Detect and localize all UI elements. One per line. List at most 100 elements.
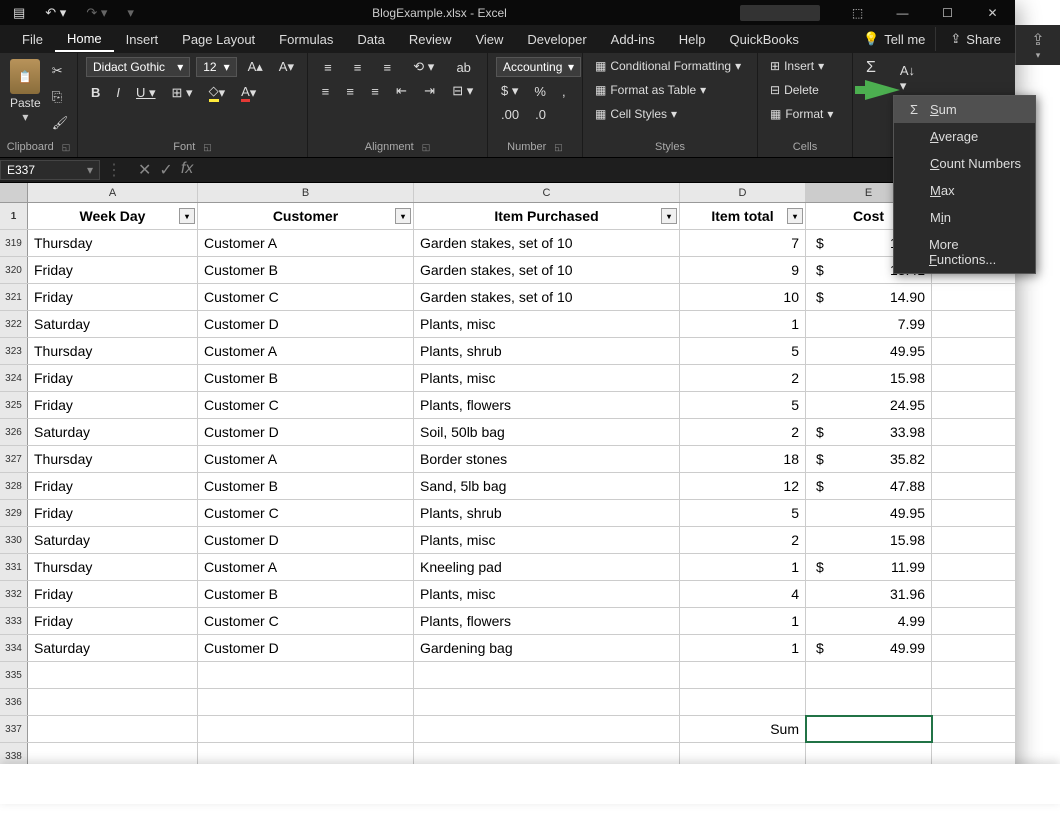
cell[interactable]	[680, 662, 806, 688]
cell[interactable]	[806, 716, 932, 742]
undo-icon[interactable]: ↶ ▾	[40, 3, 71, 23]
cell[interactable]: Customer D	[198, 311, 414, 337]
cell[interactable]: $14.90	[806, 284, 932, 310]
cell[interactable]: Customer A	[198, 446, 414, 472]
qat-customize-icon[interactable]: ▾	[122, 3, 139, 23]
copy-icon[interactable]: ⎘	[47, 87, 74, 107]
row-header[interactable]: 323	[0, 338, 28, 364]
cell[interactable]: Friday	[28, 608, 198, 634]
cell[interactable]: Saturday	[28, 527, 198, 553]
cell[interactable]: Friday	[28, 392, 198, 418]
tab-view[interactable]: View	[463, 28, 515, 51]
fill-color-icon[interactable]: ◇ ▾	[204, 81, 231, 104]
cell[interactable]: Saturday	[28, 635, 198, 661]
cell[interactable]: Customer B	[198, 257, 414, 283]
row-header[interactable]: 330	[0, 527, 28, 553]
cell[interactable]: Thursday	[28, 338, 198, 364]
filter-icon[interactable]: ▾	[179, 208, 195, 224]
col-header-d[interactable]: D	[680, 183, 806, 202]
row-header[interactable]: 321	[0, 284, 28, 310]
cell[interactable]: 1	[680, 554, 806, 580]
cell[interactable]: Garden stakes, set of 10	[414, 284, 680, 310]
cell[interactable]: Thursday	[28, 446, 198, 472]
autosum-min[interactable]: Min	[894, 204, 1035, 231]
header-item[interactable]: Item Purchased▾	[414, 203, 680, 229]
cell[interactable]: Gardening bag	[414, 635, 680, 661]
cell[interactable]: Plants, misc	[414, 365, 680, 391]
cell[interactable]	[198, 716, 414, 742]
underline-icon[interactable]: U ▾	[131, 83, 161, 103]
autosum-sum[interactable]: ΣSum	[894, 96, 1035, 123]
increase-decimal-icon[interactable]: .00	[496, 105, 524, 124]
maximize-icon[interactable]: ☐	[925, 0, 970, 25]
autosum-max[interactable]: Max	[894, 177, 1035, 204]
cell[interactable]: Garden stakes, set of 10	[414, 257, 680, 283]
cell[interactable]: Plants, misc	[414, 311, 680, 337]
fx-icon[interactable]: fx	[181, 160, 193, 180]
orientation-icon[interactable]: ⟲ ▾	[408, 57, 439, 77]
cell[interactable]	[680, 689, 806, 715]
borders-icon[interactable]: ⊞ ▾	[167, 83, 198, 103]
number-launcher-icon[interactable]: ◱	[554, 142, 563, 153]
row-header[interactable]: 327	[0, 446, 28, 472]
cell[interactable]: Sum	[680, 716, 806, 742]
cell[interactable]	[28, 716, 198, 742]
cell[interactable]: 1	[680, 608, 806, 634]
cell[interactable]: Plants, shrub	[414, 500, 680, 526]
wrap-text-icon[interactable]: ab	[451, 58, 475, 77]
row-header[interactable]: 324	[0, 365, 28, 391]
tell-me[interactable]: 💡Tell me	[853, 31, 935, 47]
row-header[interactable]: 320	[0, 257, 28, 283]
cell[interactable]: Customer D	[198, 635, 414, 661]
format-as-table-button[interactable]: ▦Format as Table ▾	[591, 81, 749, 99]
cell[interactable]: $49.99	[806, 635, 932, 661]
cell[interactable]	[806, 689, 932, 715]
cell[interactable]: 12	[680, 473, 806, 499]
select-all-corner[interactable]	[0, 183, 28, 202]
share-panel-icon[interactable]: ⇪	[1031, 30, 1044, 50]
row-header[interactable]: 333	[0, 608, 28, 634]
row-header[interactable]: 336	[0, 689, 28, 715]
save-icon[interactable]: ▤	[8, 3, 30, 23]
font-name-combo[interactable]: Didact Gothic▾	[86, 57, 190, 77]
cell[interactable]: Customer B	[198, 365, 414, 391]
cell[interactable]: Saturday	[28, 311, 198, 337]
cell[interactable]: Friday	[28, 473, 198, 499]
row-header[interactable]: 332	[0, 581, 28, 607]
cell[interactable]: Friday	[28, 257, 198, 283]
cell[interactable]: Friday	[28, 581, 198, 607]
cell[interactable]	[414, 689, 680, 715]
cell[interactable]: $35.82	[806, 446, 932, 472]
row-header[interactable]: 328	[0, 473, 28, 499]
cell[interactable]	[198, 689, 414, 715]
name-box[interactable]: E337▾	[0, 160, 100, 180]
cell[interactable]: 31.96	[806, 581, 932, 607]
tab-developer[interactable]: Developer	[515, 28, 598, 51]
cell[interactable]: 1	[680, 311, 806, 337]
cell[interactable]: $33.98	[806, 419, 932, 445]
increase-font-icon[interactable]: A▴	[243, 57, 268, 77]
cell[interactable]: Customer C	[198, 284, 414, 310]
col-header-a[interactable]: A	[28, 183, 198, 202]
cell[interactable]: 15.98	[806, 365, 932, 391]
tab-review[interactable]: Review	[397, 28, 464, 51]
cell[interactable]: 2	[680, 419, 806, 445]
format-painter-icon[interactable]: 🖌	[47, 113, 74, 133]
cell[interactable]: 2	[680, 527, 806, 553]
cell[interactable]: Soil, 50lb bag	[414, 419, 680, 445]
spreadsheet-grid[interactable]: A B C D E 1 Week Day▾ Customer▾ Item Pur…	[0, 183, 1015, 770]
cell[interactable]: 5	[680, 338, 806, 364]
row-header[interactable]: 326	[0, 419, 28, 445]
user-account[interactable]	[740, 5, 820, 21]
alignment-launcher-icon[interactable]: ◱	[422, 142, 431, 153]
filter-icon[interactable]: ▾	[661, 208, 677, 224]
font-launcher-icon[interactable]: ◱	[203, 142, 212, 153]
autosum-count[interactable]: Count Numbers	[894, 150, 1035, 177]
row-header[interactable]: 1	[0, 203, 28, 229]
cell[interactable]	[198, 662, 414, 688]
cell[interactable]: Saturday	[28, 419, 198, 445]
header-customer[interactable]: Customer▾	[198, 203, 414, 229]
tab-page-layout[interactable]: Page Layout	[170, 28, 267, 51]
cell[interactable]: 4.99	[806, 608, 932, 634]
enter-formula-icon[interactable]: ✓	[159, 160, 172, 180]
